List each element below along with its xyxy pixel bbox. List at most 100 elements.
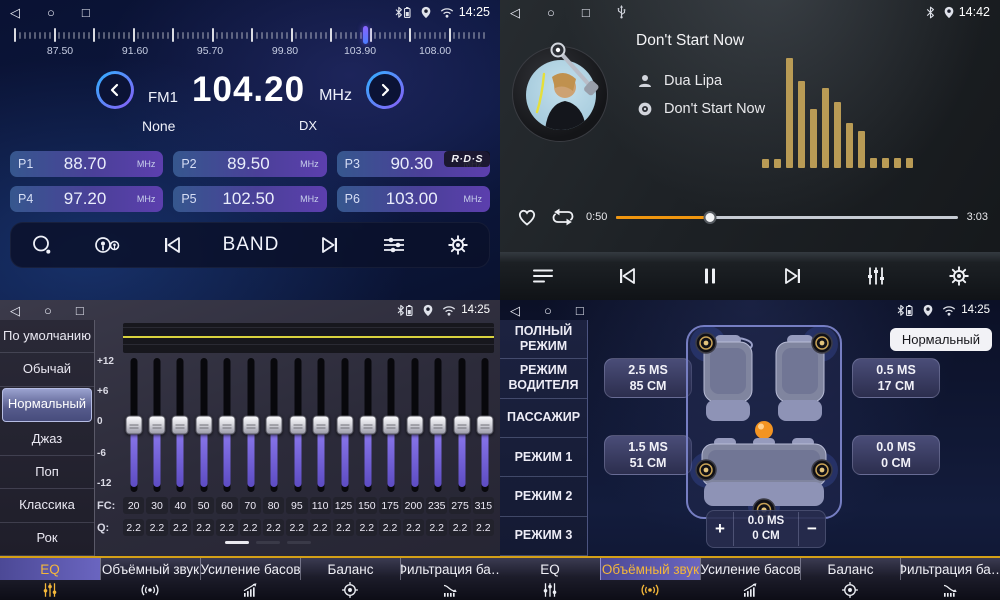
nav-home-icon[interactable]: ○ <box>547 6 555 19</box>
tab-filter-bass[interactable]: Фильтрация ба… <box>400 558 500 600</box>
slider-thumb[interactable] <box>430 416 447 435</box>
q-value-chip[interactable]: 2.2 <box>123 519 144 536</box>
fc-value-chip[interactable]: 175 <box>379 497 400 514</box>
tab-eq-sliders[interactable]: EQ <box>0 558 100 600</box>
pause-button[interactable] <box>698 264 722 288</box>
slider-thumb[interactable] <box>148 416 165 435</box>
progress-handle[interactable] <box>704 211 717 224</box>
eq-band-slider-12[interactable] <box>383 358 400 492</box>
eq-preset-1[interactable]: По умолчанию <box>0 320 94 353</box>
eq-preset-2[interactable]: Обычай <box>0 353 94 386</box>
eq-band-slider-2[interactable] <box>148 358 165 492</box>
slider-thumb[interactable] <box>125 416 142 435</box>
slider-thumb[interactable] <box>336 416 353 435</box>
eq-preset-5[interactable]: Поп <box>0 456 94 489</box>
delay-front-right-button[interactable]: 0.5 MS17 CM <box>852 358 940 398</box>
eq-band-slider-7[interactable] <box>266 358 283 492</box>
prev-button[interactable] <box>615 264 639 288</box>
delay-rear-left-button[interactable]: 1.5 MS51 CM <box>604 435 692 475</box>
listening-mode-2[interactable]: РЕЖИМ ВОДИТЕЛЯ <box>500 359 587 398</box>
slider-thumb[interactable] <box>453 416 470 435</box>
tab-balance[interactable]: Баланс <box>800 558 900 600</box>
nav-recents-icon[interactable]: □ <box>76 304 84 317</box>
eq-band-slider-1[interactable] <box>125 358 142 492</box>
mixer-button[interactable] <box>864 264 888 288</box>
eq-band-slider-6[interactable] <box>242 358 259 492</box>
nav-recents-icon[interactable]: □ <box>82 6 90 19</box>
listening-mode-6[interactable]: РЕЖИМ 3 <box>500 517 587 556</box>
q-value-chip[interactable]: 2.2 <box>310 519 331 536</box>
tab-balance[interactable]: Баланс <box>300 558 400 600</box>
seek-down-button[interactable] <box>96 71 134 109</box>
fc-value-chip[interactable]: 20 <box>123 497 144 514</box>
slider-thumb[interactable] <box>289 416 306 435</box>
tab-surround[interactable]: Объёмный звук <box>600 558 700 600</box>
q-value-chip[interactable]: 2.2 <box>356 519 377 536</box>
eq-band-slider-4[interactable] <box>195 358 212 492</box>
fc-value-chip[interactable]: 50 <box>193 497 214 514</box>
listening-mode-1[interactable]: ПОЛНЫЙ РЕЖИМ <box>500 320 587 359</box>
fc-value-chip[interactable]: 110 <box>310 497 331 514</box>
q-value-chip[interactable]: 2.2 <box>263 519 284 536</box>
eq-preset-4[interactable]: Джаз <box>0 423 94 456</box>
slider-thumb[interactable] <box>477 416 494 435</box>
prev-button[interactable] <box>160 233 184 257</box>
fc-value-chip[interactable]: 60 <box>216 497 237 514</box>
nav-home-icon[interactable]: ○ <box>47 6 55 19</box>
eq-preset-7[interactable]: Рок <box>0 523 94 556</box>
preset-button-p1[interactable]: P188.70MHz <box>10 151 163 177</box>
q-value-chip[interactable]: 2.2 <box>240 519 261 536</box>
listening-mode-5[interactable]: РЕЖИМ 2 <box>500 477 587 516</box>
next-button[interactable] <box>318 233 342 257</box>
next-button[interactable] <box>781 264 805 288</box>
nav-home-icon[interactable]: ○ <box>544 304 552 317</box>
tab-bass-boost[interactable]: Усиление басов <box>200 558 300 600</box>
fc-value-chip[interactable]: 70 <box>240 497 261 514</box>
eq-band-slider-5[interactable] <box>219 358 236 492</box>
fc-value-chip[interactable]: 125 <box>333 497 354 514</box>
fc-value-chip[interactable]: 315 <box>473 497 494 514</box>
eq-band-slider-14[interactable] <box>430 358 447 492</box>
sound-profile-button[interactable]: Нормальный <box>890 328 992 351</box>
eq-band-slider-9[interactable] <box>313 358 330 492</box>
preset-button-p5[interactable]: P5102.50MHz <box>173 186 326 212</box>
delay-decrease-button[interactable]: − <box>799 519 825 539</box>
eq-preset-6[interactable]: Классика <box>0 489 94 522</box>
nav-back-icon[interactable]: ◁ <box>10 304 20 317</box>
preset-button-p6[interactable]: P6103.00MHz <box>337 186 490 212</box>
tab-eq-sliders[interactable]: EQ <box>500 558 600 600</box>
frequency-scale[interactable] <box>14 25 486 45</box>
slider-thumb[interactable] <box>360 416 377 435</box>
listening-mode-3[interactable]: ПАССАЖИР <box>500 399 587 438</box>
delay-increase-button[interactable]: + <box>707 519 733 539</box>
repeat-button[interactable] <box>549 205 577 229</box>
q-value-chip[interactable]: 2.2 <box>426 519 447 536</box>
fc-value-chip[interactable]: 275 <box>449 497 470 514</box>
q-value-chip[interactable]: 2.2 <box>286 519 307 536</box>
slider-thumb[interactable] <box>406 416 423 435</box>
eq-band-slider-13[interactable] <box>406 358 423 492</box>
tab-filter-bass[interactable]: Фильтрация ба… <box>900 558 1000 600</box>
q-value-chip[interactable]: 2.2 <box>333 519 354 536</box>
fc-value-chip[interactable]: 200 <box>403 497 424 514</box>
settings-button[interactable] <box>947 264 971 288</box>
q-value-chip[interactable]: 2.2 <box>146 519 167 536</box>
nav-back-icon[interactable]: ◁ <box>510 6 520 19</box>
q-value-chip[interactable]: 2.2 <box>379 519 400 536</box>
eq-band-slider-8[interactable] <box>289 358 306 492</box>
q-value-chip[interactable]: 2.2 <box>403 519 424 536</box>
preset-button-p2[interactable]: P289.50MHz <box>173 151 326 177</box>
fc-value-chip[interactable]: 40 <box>170 497 191 514</box>
q-value-chip[interactable]: 2.2 <box>473 519 494 536</box>
slider-thumb[interactable] <box>242 416 259 435</box>
eq-band-slider-16[interactable] <box>477 358 494 492</box>
fc-value-chip[interactable]: 150 <box>356 497 377 514</box>
tab-surround[interactable]: Объёмный звук <box>100 558 200 600</box>
q-value-chip[interactable]: 2.2 <box>449 519 470 536</box>
slider-thumb[interactable] <box>219 416 236 435</box>
favorite-button[interactable] <box>514 205 540 229</box>
queue-button[interactable] <box>530 264 556 288</box>
eq-band-slider-3[interactable] <box>172 358 189 492</box>
nav-recents-icon[interactable]: □ <box>582 6 590 19</box>
delay-front-left-button[interactable]: 2.5 MS85 CM <box>604 358 692 398</box>
